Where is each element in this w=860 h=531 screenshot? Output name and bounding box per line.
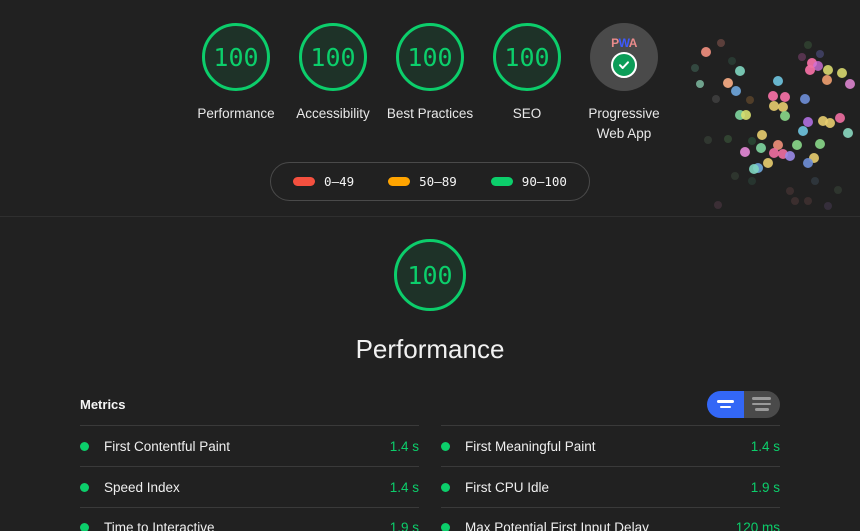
metric-name: First Meaningful Paint: [465, 439, 751, 454]
score-gauges-row: 100 Performance 100 Accessibility 100 Be…: [0, 0, 860, 144]
pwa-wordmark-icon: PWA: [611, 37, 637, 49]
category-section-performance: 100 Performance Metrics: [0, 217, 860, 531]
metric-row[interactable]: First Contentful Paint 1.4 s: [80, 425, 419, 466]
metrics-block: Metrics First Contentful Paint 1.4: [0, 391, 860, 531]
pass-pill-icon: [491, 177, 513, 186]
legend-range-label: 90–100: [522, 174, 567, 189]
metrics-grid: First Contentful Paint 1.4 s Speed Index…: [80, 425, 780, 531]
score-legend: 0–49 50–89 90–100: [270, 162, 590, 201]
metric-name: Time to Interactive: [104, 520, 390, 531]
score-gauge-performance[interactable]: 100 Performance: [188, 23, 285, 124]
metric-value: 120 ms: [736, 520, 780, 531]
pwa-letter-p: P: [611, 36, 619, 50]
gauge-label: SEO: [513, 104, 542, 124]
pwa-check-icon: [611, 52, 637, 78]
pass-dot-icon: [80, 442, 89, 451]
scores-summary-strip: 100 Performance 100 Accessibility 100 Be…: [0, 0, 860, 217]
average-pill-icon: [388, 177, 410, 186]
gauge-score-value: 100: [310, 45, 355, 70]
metric-row[interactable]: Speed Index 1.4 s: [80, 466, 419, 507]
metric-name: Speed Index: [104, 480, 390, 495]
score-legend-wrapper: 0–49 50–89 90–100: [0, 162, 860, 201]
metric-name: First CPU Idle: [465, 480, 751, 495]
pwa-badge: PWA: [590, 23, 658, 91]
gauge-score-value: 100: [504, 45, 549, 70]
metric-name: First Contentful Paint: [104, 439, 390, 454]
score-gauge-icon: 100: [202, 23, 270, 91]
gauge-label: Progressive Web App: [576, 104, 672, 144]
fail-pill-icon: [293, 177, 315, 186]
gauge-label: Accessibility: [296, 104, 370, 124]
metrics-toolbar: Metrics: [80, 391, 780, 417]
metric-row[interactable]: Time to Interactive 1.9 s: [80, 507, 419, 531]
legend-item-fail: 0–49: [293, 174, 354, 189]
score-gauge-accessibility[interactable]: 100 Accessibility: [285, 23, 382, 124]
pass-dot-icon: [80, 523, 89, 531]
metrics-heading: Metrics: [80, 397, 126, 412]
expanded-view-icon[interactable]: [744, 391, 781, 418]
gauge-score-value: 100: [213, 45, 258, 70]
pass-dot-icon: [441, 442, 450, 451]
metric-name: Max Potential First Input Delay: [465, 520, 736, 531]
category-score-gauge-icon: 100: [394, 239, 466, 311]
metrics-view-toggle[interactable]: [707, 391, 780, 418]
pass-dot-icon: [80, 483, 89, 492]
gauge-label: Best Practices: [387, 104, 473, 124]
score-gauge-icon: 100: [299, 23, 367, 91]
metrics-column-left: First Contentful Paint 1.4 s Speed Index…: [80, 425, 419, 531]
score-gauge-icon: 100: [493, 23, 561, 91]
metric-value: 1.4 s: [390, 439, 419, 454]
score-gauge-pwa[interactable]: PWA Progressive Web App: [576, 23, 673, 144]
score-gauge-icon: 100: [396, 23, 464, 91]
metric-value: 1.9 s: [751, 480, 780, 495]
collapsed-view-icon[interactable]: [707, 391, 744, 418]
legend-range-label: 0–49: [324, 174, 354, 189]
metric-value: 1.4 s: [390, 480, 419, 495]
metric-row[interactable]: First CPU Idle 1.9 s: [441, 466, 780, 507]
pass-dot-icon: [441, 523, 450, 531]
metric-value: 1.4 s: [751, 439, 780, 454]
metric-value: 1.9 s: [390, 520, 419, 531]
score-gauge-seo[interactable]: 100 SEO: [479, 23, 576, 124]
legend-item-average: 50–89: [388, 174, 457, 189]
metric-row[interactable]: Max Potential First Input Delay 120 ms: [441, 507, 780, 531]
legend-range-label: 50–89: [419, 174, 457, 189]
gauge-score-value: 100: [407, 45, 452, 70]
legend-item-pass: 90–100: [491, 174, 567, 189]
metrics-column-right: First Meaningful Paint 1.4 s First CPU I…: [441, 425, 780, 531]
gauge-label: Performance: [197, 104, 274, 124]
pass-dot-icon: [441, 483, 450, 492]
pwa-letter-w: W: [619, 36, 629, 50]
page-title: Performance: [356, 334, 505, 365]
category-header: 100 Performance: [0, 239, 860, 365]
metric-row[interactable]: First Meaningful Paint 1.4 s: [441, 425, 780, 466]
score-gauge-best-practices[interactable]: 100 Best Practices: [382, 23, 479, 124]
pwa-letter-a: A: [629, 36, 637, 50]
category-score-value: 100: [407, 261, 452, 290]
